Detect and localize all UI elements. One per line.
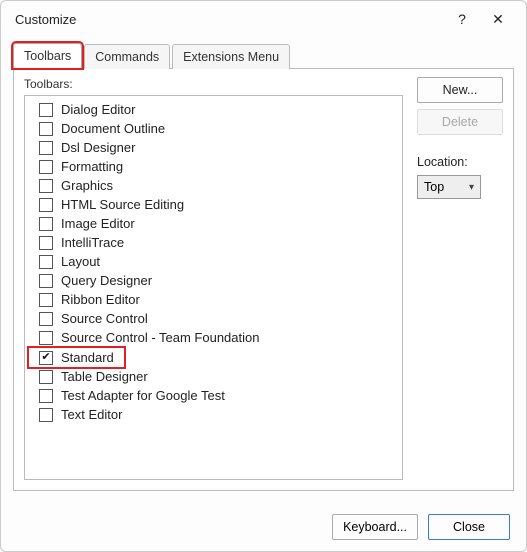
- checkbox[interactable]: [39, 198, 53, 212]
- checkbox[interactable]: [39, 255, 53, 269]
- list-item[interactable]: Text Editor: [29, 405, 398, 424]
- location-value: Top: [424, 180, 444, 194]
- list-item-label: Text Editor: [61, 407, 122, 422]
- list-item-label: Graphics: [61, 178, 113, 193]
- list-item[interactable]: Table Designer: [29, 367, 398, 386]
- checkbox[interactable]: [39, 179, 53, 193]
- highlight-annotation: Standard: [29, 348, 124, 367]
- help-icon: ?: [458, 11, 466, 27]
- toolbars-list-label: Toolbars:: [24, 77, 403, 91]
- list-item-label: Ribbon Editor: [61, 292, 140, 307]
- dialog-footer: Keyboard... Close: [1, 503, 526, 551]
- list-item[interactable]: Test Adapter for Google Test: [29, 386, 398, 405]
- dialog-content: Toolbars Commands Extensions Menu Toolba…: [1, 37, 526, 503]
- list-item[interactable]: Layout: [29, 252, 398, 271]
- list-item-label: Standard: [61, 350, 114, 365]
- checkbox[interactable]: [39, 408, 53, 422]
- toolbars-listbox: Dialog Editor Document Outline Dsl Designe…: [24, 95, 403, 480]
- chevron-down-icon: ▾: [469, 182, 474, 193]
- checkbox[interactable]: [39, 236, 53, 250]
- toolbars-panel: Toolbars: Dialog EditorDocument OutlineD…: [13, 68, 514, 491]
- list-item-label: Dialog Editor: [61, 102, 135, 117]
- list-item[interactable]: IntelliTrace: [29, 233, 398, 252]
- checkbox[interactable]: [39, 370, 53, 384]
- titlebar: Customize ? ✕: [1, 1, 526, 37]
- checkbox[interactable]: [39, 141, 53, 155]
- list-item-label: Source Control: [61, 311, 148, 326]
- list-item-label: Formatting: [61, 159, 123, 174]
- delete-button: Delete: [417, 109, 503, 135]
- checkbox[interactable]: [39, 351, 53, 365]
- list-item[interactable]: Source Control - Team Foundation: [29, 328, 398, 347]
- list-item[interactable]: Query Designer: [29, 271, 398, 290]
- close-icon: ✕: [492, 11, 504, 28]
- checkbox[interactable]: [39, 122, 53, 136]
- tab-extensions-menu[interactable]: Extensions Menu: [172, 44, 290, 69]
- checkbox[interactable]: [39, 312, 53, 326]
- checkbox[interactable]: [39, 217, 53, 231]
- list-item[interactable]: Source Control: [29, 309, 398, 328]
- list-item[interactable]: Formatting: [29, 157, 398, 176]
- list-item-label: Source Control - Team Foundation: [61, 330, 259, 345]
- help-button[interactable]: ?: [444, 5, 480, 33]
- list-item[interactable]: Graphics: [29, 176, 398, 195]
- close-button[interactable]: Close: [428, 514, 510, 540]
- list-item-label: HTML Source Editing: [61, 197, 184, 212]
- list-item-label: Test Adapter for Google Test: [61, 388, 225, 403]
- checkbox[interactable]: [39, 293, 53, 307]
- tab-row: Toolbars Commands Extensions Menu: [13, 43, 514, 68]
- checkbox[interactable]: [39, 389, 53, 403]
- list-item[interactable]: HTML Source Editing: [29, 195, 398, 214]
- close-window-button[interactable]: ✕: [480, 5, 516, 33]
- keyboard-button[interactable]: Keyboard...: [332, 514, 418, 540]
- location-select[interactable]: Top ▾: [417, 175, 481, 199]
- checkbox[interactable]: [39, 331, 53, 345]
- window-title: Customize: [15, 12, 444, 27]
- new-button[interactable]: New...: [417, 77, 503, 103]
- list-item[interactable]: Dialog Editor: [29, 100, 398, 119]
- list-item-label: IntelliTrace: [61, 235, 124, 250]
- location-label: Location:: [417, 155, 503, 169]
- toolbars-left-column: Toolbars: Dialog EditorDocument OutlineD…: [24, 77, 403, 480]
- tab-toolbars[interactable]: Toolbars: [13, 43, 82, 68]
- customize-dialog: Customize ? ✕ Toolbars Commands Extensio…: [0, 0, 527, 552]
- checkbox[interactable]: [39, 103, 53, 117]
- list-item[interactable]: Dsl Designer: [29, 138, 398, 157]
- list-item[interactable]: Document Outline: [29, 119, 398, 138]
- checkbox[interactable]: [39, 274, 53, 288]
- toolbars-list-items[interactable]: Dialog Editor Document Outline Dsl Designe…: [25, 96, 402, 479]
- list-item-label: Query Designer: [61, 273, 152, 288]
- list-item-label: Dsl Designer: [61, 140, 135, 155]
- list-item[interactable]: Ribbon Editor: [29, 290, 398, 309]
- toolbars-right-column: New... Delete Location: Top ▾: [417, 77, 503, 480]
- list-item-label: Image Editor: [61, 216, 135, 231]
- list-item[interactable]: Image Editor: [29, 214, 398, 233]
- list-item-label: Table Designer: [61, 369, 148, 384]
- list-item-label: Document Outline: [61, 121, 165, 136]
- checkbox[interactable]: [39, 160, 53, 174]
- tab-commands[interactable]: Commands: [84, 44, 170, 69]
- list-item[interactable]: Standard: [29, 348, 120, 367]
- list-item-label: Layout: [61, 254, 100, 269]
